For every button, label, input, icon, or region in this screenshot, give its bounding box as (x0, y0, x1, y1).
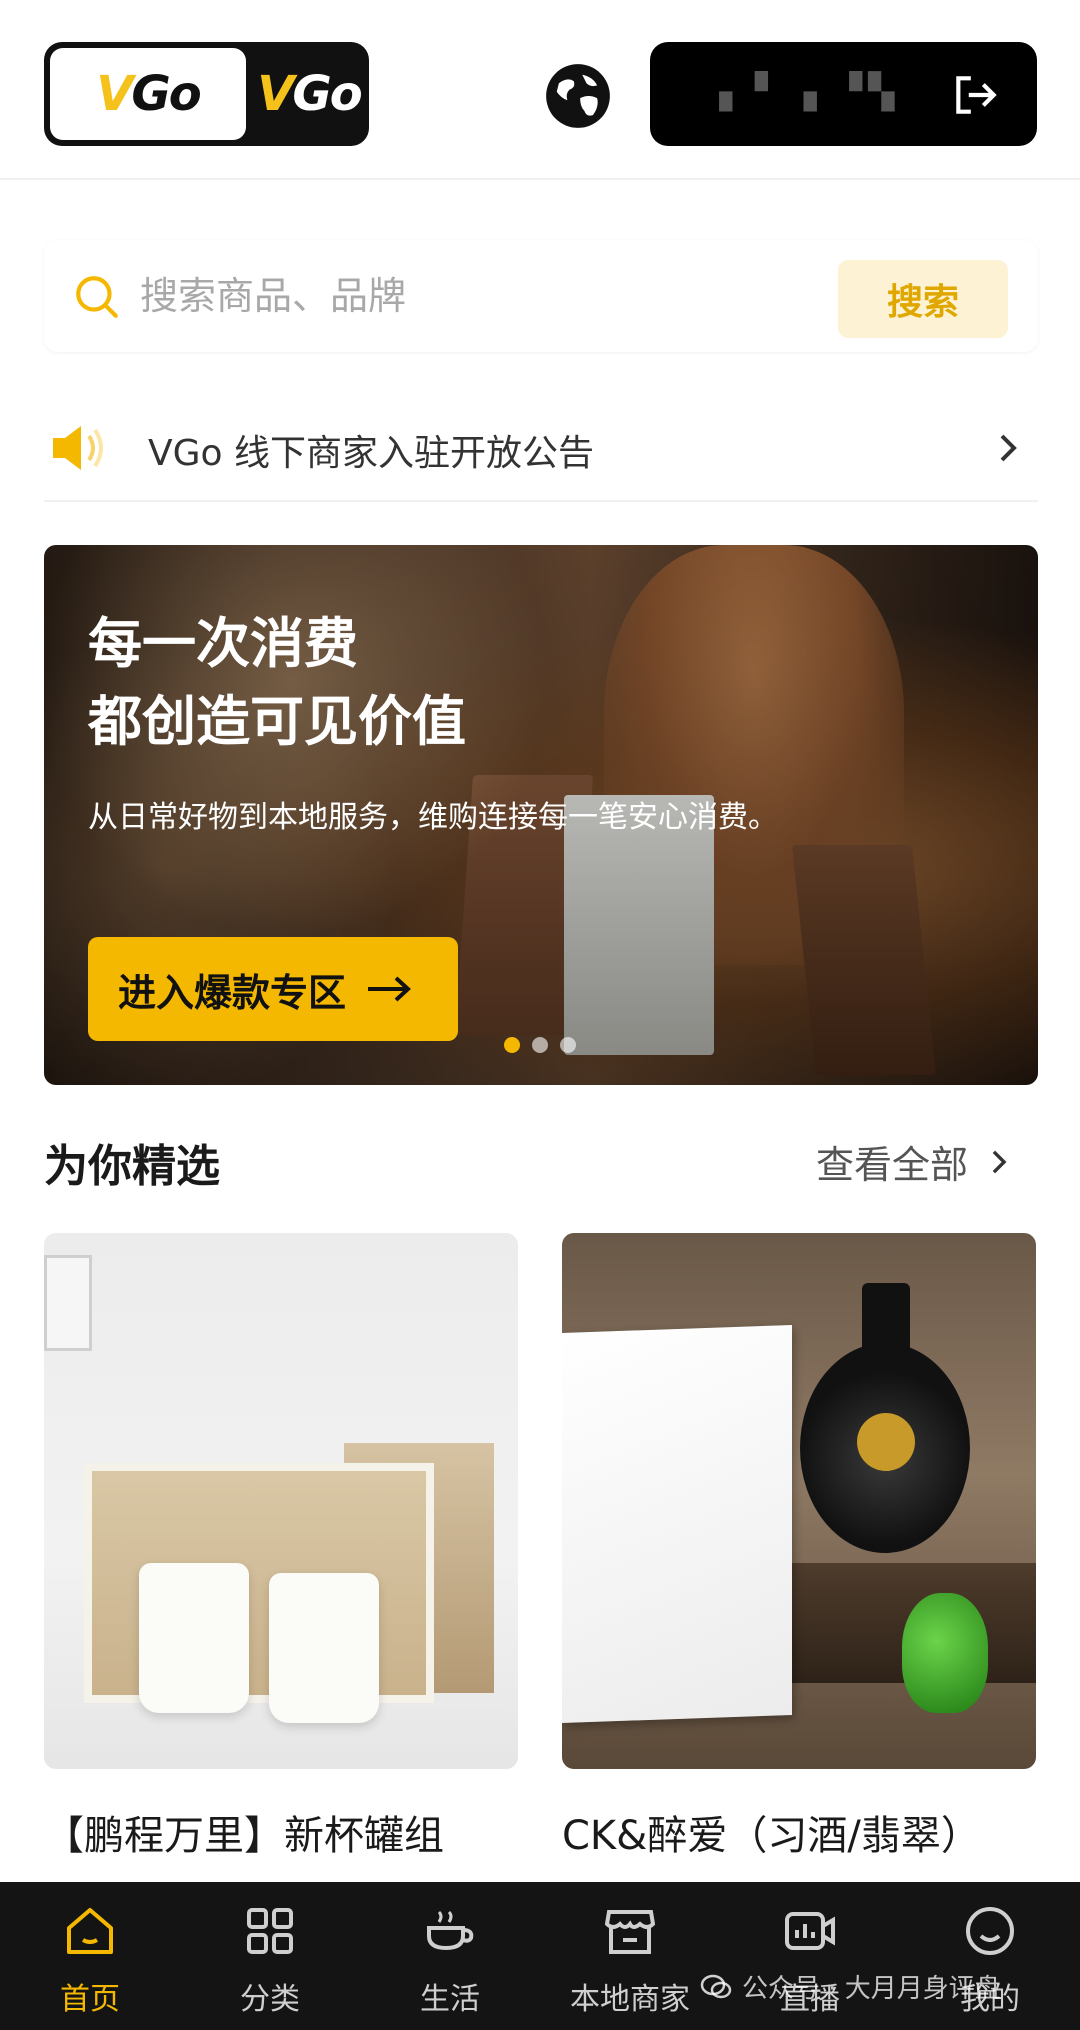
view-all-link[interactable]: 查看全部 (816, 1134, 1016, 1189)
nav-item-profile[interactable]: 我的 (900, 1882, 1080, 2030)
promo-banner[interactable]: 每一次消费 都创造可见价值 从日常好物到本地服务，维购连接每一笔安心消费。 进入… (44, 545, 1038, 1085)
account-name: ▗ ▘ ▖▝▚ (706, 72, 901, 112)
product-image[interactable] (562, 1233, 1036, 1769)
banner-subtitle: 从日常好物到本地服务，维购连接每一笔安心消费。 (88, 800, 778, 835)
banner-title: 每一次消费 都创造可见价值 (88, 612, 466, 753)
product-name: 【鹏程万里】新杯罐组 (44, 1813, 444, 1859)
carousel-indicators (504, 1037, 576, 1053)
carousel-dot[interactable] (532, 1037, 548, 1053)
profile-icon (966, 1907, 1014, 1955)
home-icon (67, 1908, 113, 1954)
chevron-right-icon (992, 1150, 1007, 1173)
bottom-nav: 首页 分类 生活 本地商家 直播 我的 (0, 1882, 1080, 2030)
chevron-right-icon (1000, 434, 1017, 462)
globe-icon[interactable] (544, 62, 612, 130)
logo-dark-variant: VGo (257, 66, 363, 122)
watermark: 公众号 · 大月月身评盘 (700, 1968, 1001, 2005)
product-card[interactable]: CK&醉爱（习酒/翡翠） (562, 1233, 1036, 1861)
grid-icon (247, 1908, 293, 1954)
wechat-icon (700, 1974, 732, 1998)
search-bar: 搜索 (44, 240, 1038, 352)
app-header: VGo VGo ▗ ▘ ▖▝▚ (0, 0, 1080, 180)
carousel-dot[interactable] (504, 1037, 520, 1053)
carousel-dot[interactable] (560, 1037, 576, 1053)
cup-icon (427, 1910, 474, 1951)
announcement-text: VGo 线下商家入驻开放公告 (148, 433, 594, 474)
account-box[interactable]: ▗ ▘ ▖▝▚ (650, 42, 1037, 146)
nav-item-home[interactable]: 首页 (0, 1882, 180, 2030)
logout-icon[interactable] (950, 70, 1000, 120)
nav-item-live[interactable]: 直播 (720, 1882, 900, 2030)
section-title: 为你精选 (44, 1141, 220, 1192)
nav-item-life[interactable]: 生活 (360, 1882, 540, 2030)
product-image[interactable] (44, 1233, 518, 1769)
product-name: CK&醉爱（习酒/翡翠） (562, 1813, 981, 1859)
nav-item-category[interactable]: 分类 (180, 1882, 360, 2030)
search-input[interactable] (140, 264, 860, 328)
shop-icon (604, 1910, 656, 1954)
hot-zone-button[interactable]: 进入爆款专区 (88, 937, 458, 1041)
logo-light-variant: VGo (50, 48, 246, 140)
arrow-right-icon (368, 976, 411, 1002)
search-icon (76, 276, 118, 318)
search-button[interactable]: 搜索 (838, 260, 1008, 338)
speaker-icon (53, 426, 103, 470)
vgo-logo[interactable]: VGo VGo (44, 42, 369, 146)
nav-item-local-merchants[interactable]: 本地商家 (540, 1882, 720, 2030)
announcement-bar[interactable]: VGo 线下商家入驻开放公告 (44, 398, 1038, 502)
product-card[interactable]: 【鹏程万里】新杯罐组 (44, 1233, 518, 1861)
video-icon (785, 1912, 835, 1950)
